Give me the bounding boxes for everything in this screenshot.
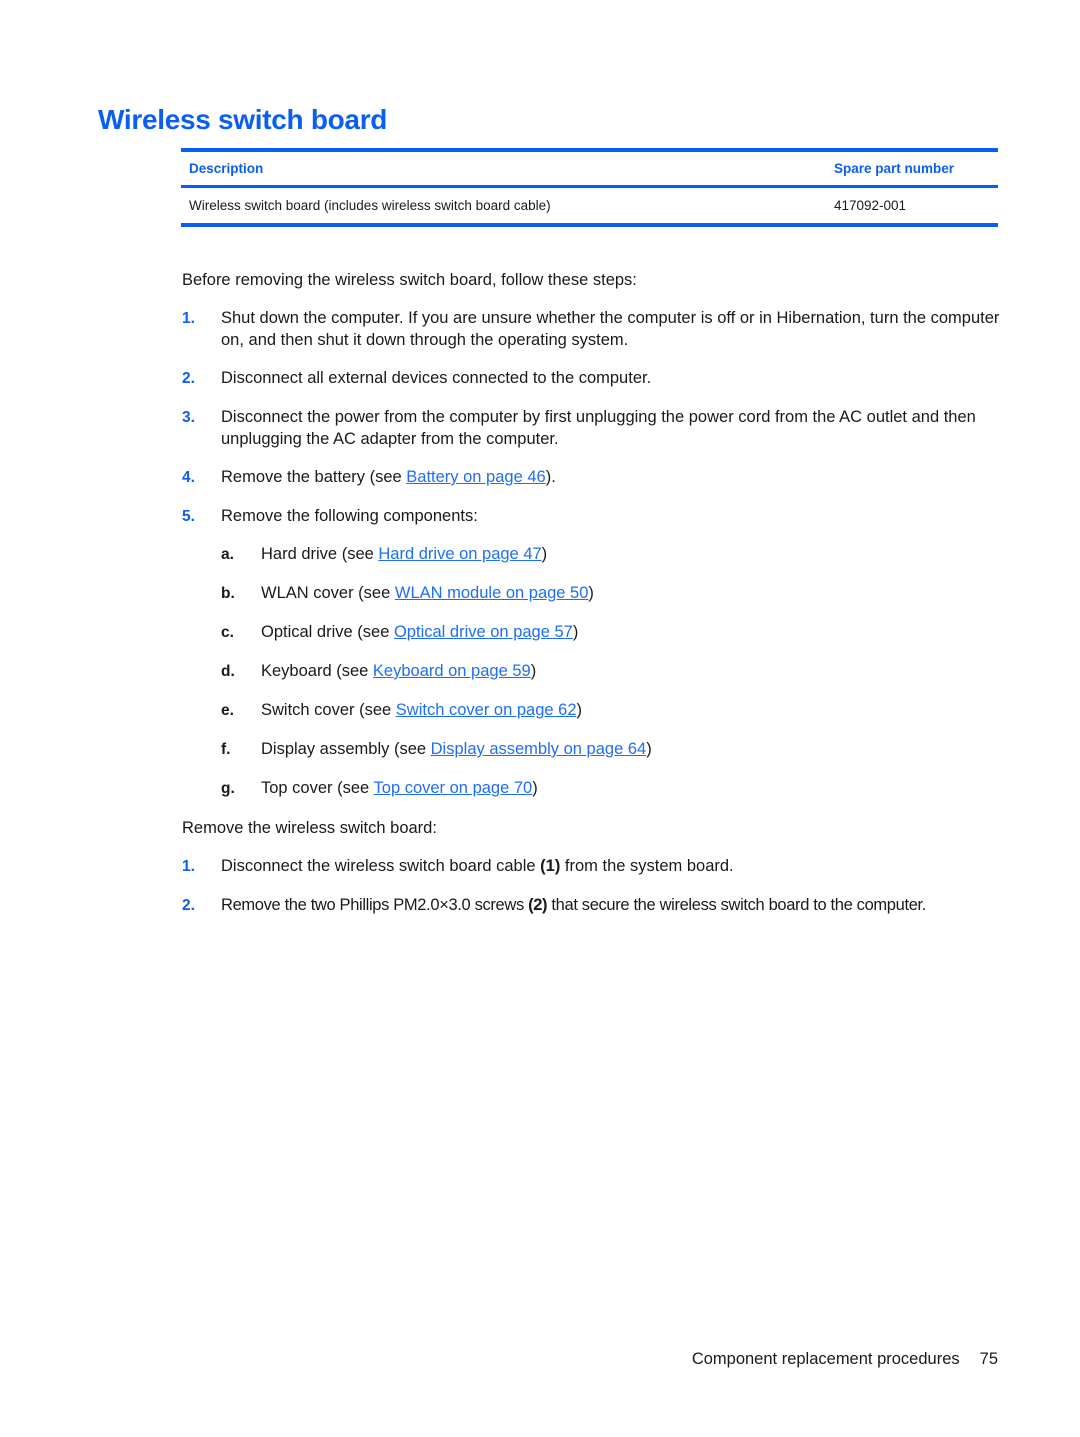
table-row: Wireless switch board (includes wireless… [181, 188, 998, 223]
step-text-post: from the system board. [560, 857, 734, 875]
intro-text: Before removing the wireless switch boar… [182, 271, 637, 289]
item-letter: b. [221, 585, 235, 602]
step-text: Shut down the computer. If you are unsur… [221, 309, 1000, 349]
step-number: 5. [182, 508, 195, 525]
link-hard-drive[interactable]: Hard drive on page 47 [378, 545, 541, 563]
item-text-pre: Keyboard (see [261, 662, 373, 680]
step-text-pre: Remove the two Phillips PM2.0×3.0 screws [221, 896, 529, 914]
component-item: e. Switch cover (see Switch cover on pag… [221, 700, 582, 721]
prep-step: 5. Remove the following components: [182, 506, 1002, 528]
item-text-pre: Top cover (see [261, 779, 374, 797]
step-text-post: ). [545, 468, 556, 486]
prep-step: 4. Remove the battery (see Battery on pa… [182, 467, 1002, 489]
item-text-post: ) [576, 701, 583, 719]
page-title: Wireless switch board [98, 104, 388, 135]
prep-step: 1. Shut down the computer. If you are un… [182, 308, 1002, 351]
step-number: 2. [182, 370, 195, 387]
step-number: 4. [182, 469, 195, 486]
link-keyboard[interactable]: Keyboard on page 59 [373, 662, 531, 680]
callout-number: (2) [528, 896, 548, 914]
step-number: 2. [182, 897, 195, 914]
removal-step: 2. Remove the two Phillips PM2.0×3.0 scr… [182, 895, 1012, 917]
header-spare-part-number: Spare part number [834, 161, 955, 176]
item-text-post: ) [532, 779, 538, 797]
step-text-post: that secure the wireless switch board to… [547, 896, 926, 914]
link-display-assembly[interactable]: Display assembly on page 64 [431, 740, 647, 758]
item-letter: g. [221, 780, 235, 797]
step-number: 1. [182, 858, 195, 875]
link-top-cover[interactable]: Top cover on page 70 [374, 779, 533, 797]
item-text-post: ) [572, 623, 579, 641]
item-letter: a. [221, 546, 234, 563]
step-text: Disconnect all external devices connecte… [221, 369, 652, 387]
table-header-row: Description Spare part number [181, 152, 998, 185]
prep-step: 3. Disconnect the power from the compute… [182, 407, 1002, 450]
item-text-pre: Display assembly (see [261, 740, 431, 758]
item-text-post: ) [541, 545, 548, 563]
footer-section-title: Component replacement procedures [691, 1350, 960, 1368]
item-text-pre: Hard drive (see [261, 545, 379, 563]
item-text-post: ) [588, 584, 594, 602]
link-wlan-module[interactable]: WLAN module on page 50 [395, 584, 589, 602]
item-text-pre: Switch cover (see [261, 701, 396, 719]
table-bottom-rule [181, 223, 998, 227]
item-letter: c. [221, 624, 234, 641]
item-text-pre: WLAN cover (see [261, 584, 395, 602]
component-item: g. Top cover (see Top cover on page 70) [221, 778, 538, 799]
cell-part-number: 417092-001 [834, 198, 907, 213]
component-item: b. WLAN cover (see WLAN module on page 5… [221, 583, 594, 604]
link-switch-cover[interactable]: Switch cover on page 62 [396, 701, 577, 719]
item-letter: d. [221, 663, 235, 680]
step-text: Remove the following components: [221, 507, 478, 525]
removal-step: 1. Disconnect the wireless switch board … [182, 856, 1002, 878]
spare-parts-table: Description Spare part number Wireless s… [181, 148, 998, 227]
item-text-post: ) [646, 740, 652, 758]
removal-intro-text: Remove the wireless switch board: [182, 819, 437, 837]
link-optical-drive[interactable]: Optical drive on page 57 [394, 623, 573, 641]
prep-step: 2. Disconnect all external devices conne… [182, 368, 1002, 390]
item-text-post: ) [530, 662, 537, 680]
step-text-pre: Disconnect the wireless switch board cab… [221, 857, 541, 875]
component-item: d. Keyboard (see Keyboard on page 59) [221, 661, 536, 682]
link-battery[interactable]: Battery on page 46 [406, 468, 545, 486]
step-text: Remove the battery (see Battery on page … [221, 467, 1002, 489]
item-text-pre: Optical drive (see [261, 623, 394, 641]
step-number: 3. [182, 409, 195, 426]
header-description: Description [189, 161, 264, 176]
page-number: 75 [979, 1350, 998, 1368]
component-item: a. Hard drive (see Hard drive on page 47… [221, 544, 547, 565]
cell-description: Wireless switch board (includes wireless… [189, 198, 551, 213]
step-text-pre: Remove the battery (see [221, 468, 407, 486]
component-item: f. Display assembly (see Display assembl… [221, 739, 652, 760]
item-letter: e. [221, 702, 234, 719]
step-text: Disconnect the power from the computer b… [221, 408, 976, 448]
step-number: 1. [182, 310, 195, 327]
component-item: c. Optical drive (see Optical drive on p… [221, 622, 578, 643]
page-footer: Component replacement procedures 75 [692, 1350, 998, 1369]
item-letter: f. [221, 741, 231, 758]
callout-number: (1) [540, 857, 561, 875]
